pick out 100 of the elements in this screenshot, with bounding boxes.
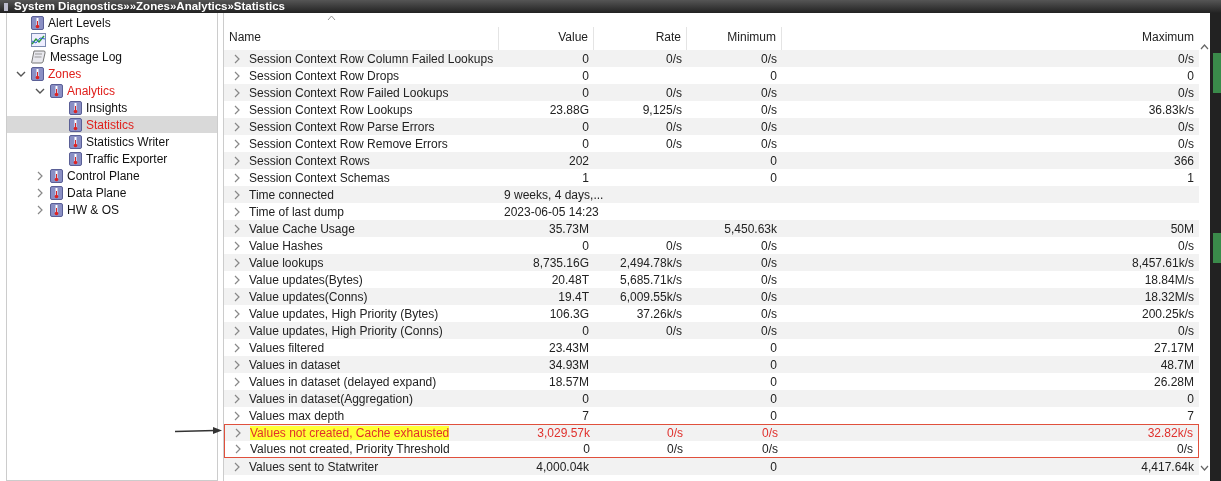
chevron-right-icon[interactable] bbox=[233, 393, 241, 404]
thermometer-icon bbox=[50, 185, 63, 200]
chevron-right-icon[interactable] bbox=[233, 325, 241, 336]
table-cell: 32.82k/s bbox=[1147, 426, 1193, 440]
table-cell: 9 weeks, 4 days,... bbox=[504, 187, 604, 202]
table-row[interactable]: Time connected 9 weeks, 4 days,... bbox=[224, 186, 1199, 203]
tree-item[interactable]: Traffic Exporter bbox=[7, 150, 217, 167]
table-cell: 202 bbox=[568, 153, 589, 168]
table-cell: 1 bbox=[582, 170, 589, 185]
tree-item[interactable]: Statistics Writer bbox=[7, 133, 217, 150]
table-row[interactable]: Session Context Schemas 1 0 1 bbox=[224, 169, 1199, 186]
table-cell: 0/s bbox=[762, 426, 778, 440]
table-row[interactable]: Values in dataset (delayed expand) 18.57M 0 26.28M bbox=[224, 373, 1199, 390]
chevron-right-icon[interactable] bbox=[35, 187, 45, 198]
tree-item[interactable]: Zones bbox=[7, 65, 217, 82]
scroll-up-icon[interactable] bbox=[1200, 44, 1209, 50]
chevron-right-icon[interactable] bbox=[233, 53, 241, 64]
table-row[interactable]: Value lookups 8,735.16G 2,494.78k/s 0/s 8,457.61k/s bbox=[224, 254, 1199, 271]
table-cell: 2,494.78k/s bbox=[619, 255, 682, 270]
table-row[interactable]: Values in dataset(Aggregation) 0 0 0 bbox=[224, 390, 1199, 407]
table-row[interactable]: Session Context Row Failed Lookups 0 0/s 0/s 0/s bbox=[224, 84, 1199, 101]
table-row[interactable]: Values not created, Cache exhausted 3,029.57k 0/s 0/s 32.82k/s bbox=[224, 424, 1199, 441]
tree-item[interactable]: Graphs bbox=[7, 31, 217, 48]
chevron-right-icon[interactable] bbox=[233, 70, 241, 81]
chevron-right-icon[interactable] bbox=[35, 170, 45, 181]
table-row[interactable]: Value Hashes 0 0/s 0/s 0/s bbox=[224, 237, 1199, 254]
table-cell: 5,450.63k bbox=[724, 221, 777, 236]
table-row[interactable]: Values sent to Statwriter 4,000.04k 0 4,417.64k bbox=[224, 458, 1199, 475]
table-row[interactable]: Session Context Rows 202 0 366 bbox=[224, 152, 1199, 169]
chevron-right-icon[interactable] bbox=[233, 223, 241, 234]
chevron-right-icon[interactable] bbox=[233, 206, 241, 217]
table-cell: 0 bbox=[582, 391, 589, 406]
table-cell: Value updates, High Priority (Bytes) bbox=[249, 306, 439, 321]
table-row[interactable]: Value updates(Conns) 19.4T 6,009.55k/s 0/s 18.32M/s bbox=[224, 288, 1199, 305]
tree-item[interactable]: Data Plane bbox=[7, 184, 217, 201]
table-cell: 0/s bbox=[761, 51, 777, 66]
table-row[interactable]: Value updates, High Priority (Bytes) 106.3G 37.26k/s 0/s 200.25k/s bbox=[224, 305, 1199, 322]
table-row[interactable]: Session Context Row Drops 0 0 0 bbox=[224, 67, 1199, 84]
scroll-down-icon[interactable] bbox=[1200, 465, 1209, 471]
chevron-right-icon[interactable] bbox=[233, 461, 241, 472]
table-row[interactable]: Value Cache Usage 35.73M 5,450.63k 50M bbox=[224, 220, 1199, 237]
chevron-right-icon[interactable] bbox=[233, 308, 241, 319]
table-row[interactable]: Session Context Row Remove Errors 0 0/s 0/s 0/s bbox=[224, 135, 1199, 152]
table-row[interactable]: Values max depth 7 0 7 bbox=[224, 407, 1199, 424]
chevron-right-icon[interactable] bbox=[35, 204, 45, 215]
chevron-right-icon[interactable] bbox=[233, 87, 241, 98]
table-cell: Values filtered bbox=[249, 340, 325, 355]
table-cell: Values in dataset (delayed expand) bbox=[249, 374, 437, 389]
table-cell: 4,000.04k bbox=[536, 459, 589, 474]
table-row[interactable]: Session Context Row Column Failed Lookups 0 0/s 0/s 0/s bbox=[224, 50, 1199, 67]
table-cell: 0 bbox=[770, 459, 777, 474]
table-cell: 0 bbox=[770, 68, 777, 83]
table-cell: Session Context Row Failed Lookups bbox=[249, 85, 449, 100]
chevron-right-icon[interactable] bbox=[233, 104, 241, 115]
table-cell: 0/s bbox=[1178, 51, 1194, 66]
table-cell: 0/s bbox=[666, 85, 682, 100]
tree-item[interactable]: Insights bbox=[7, 99, 217, 116]
table-row[interactable]: Session Context Row Parse Errors 0 0/s 0/s 0/s bbox=[224, 118, 1199, 135]
chevron-right-icon[interactable] bbox=[233, 291, 241, 302]
chevron-right-icon[interactable] bbox=[233, 155, 241, 166]
table-cell: 200.25k/s bbox=[1141, 306, 1194, 321]
chevron-right-icon[interactable] bbox=[233, 359, 241, 370]
table-cell: 0/s bbox=[761, 306, 777, 321]
table-row[interactable]: Session Context Row Lookups 23.88G 9,125/s 0/s 36.83k/s bbox=[224, 101, 1199, 118]
table-cell: 0/s bbox=[761, 102, 777, 117]
tree-item[interactable]: Alert Levels bbox=[7, 14, 217, 31]
table-cell: 18.57M bbox=[548, 374, 589, 389]
table-cell: 26.28M bbox=[1153, 374, 1194, 389]
chevron-right-icon[interactable] bbox=[233, 342, 241, 353]
chevron-right-icon[interactable] bbox=[233, 138, 241, 149]
table-cell: Values in dataset(Aggregation) bbox=[249, 391, 413, 406]
chevron-right-icon[interactable] bbox=[233, 274, 241, 285]
table-row[interactable]: Time of last dump 2023-06-05 14:23 bbox=[224, 203, 1199, 220]
table-cell: Value Cache Usage bbox=[249, 221, 355, 236]
table-cell: Session Context Row Column Failed Lookups bbox=[249, 51, 494, 66]
column-header[interactable]: Maximum bbox=[782, 27, 1199, 50]
chevron-right-icon[interactable] bbox=[233, 189, 241, 200]
chevron-right-icon[interactable] bbox=[233, 257, 241, 268]
table-row[interactable]: Values filtered 23.43M 0 27.17M bbox=[224, 339, 1199, 356]
table-cell: 0 bbox=[1187, 391, 1194, 406]
chevron-right-icon[interactable] bbox=[233, 240, 241, 251]
table-row[interactable]: Value updates(Bytes) 20.48T 5,685.71k/s 0/s 18.84M/s bbox=[224, 271, 1199, 288]
table-row[interactable]: Value updates, High Priority (Conns) 0 0/s 0/s 0/s bbox=[224, 322, 1199, 339]
table-cell: 8,457.61k/s bbox=[1131, 255, 1194, 270]
chevron-right-icon[interactable] bbox=[233, 410, 241, 421]
table-cell: Time connected bbox=[249, 187, 334, 202]
tree-item[interactable]: HW & OS bbox=[7, 201, 217, 218]
tree-item[interactable]: Message Log bbox=[7, 48, 217, 65]
table-row[interactable]: Values in dataset 34.93M 0 48.7M bbox=[224, 356, 1199, 373]
table-cell: 0/s bbox=[1177, 442, 1193, 456]
tree-label: Statistics Writer bbox=[86, 134, 170, 149]
table-cell: 48.7M bbox=[1160, 357, 1194, 372]
chevron-right-icon[interactable] bbox=[233, 121, 241, 132]
table-cell: 0/s bbox=[761, 85, 777, 100]
chevron-right-icon[interactable] bbox=[233, 172, 241, 183]
tree-item[interactable]: Analytics bbox=[7, 82, 217, 99]
table-cell: 106.3G bbox=[549, 306, 589, 321]
tree-label: Alert Levels bbox=[48, 15, 111, 30]
tree-item[interactable]: Control Plane bbox=[7, 167, 217, 184]
chevron-right-icon[interactable] bbox=[233, 376, 241, 387]
